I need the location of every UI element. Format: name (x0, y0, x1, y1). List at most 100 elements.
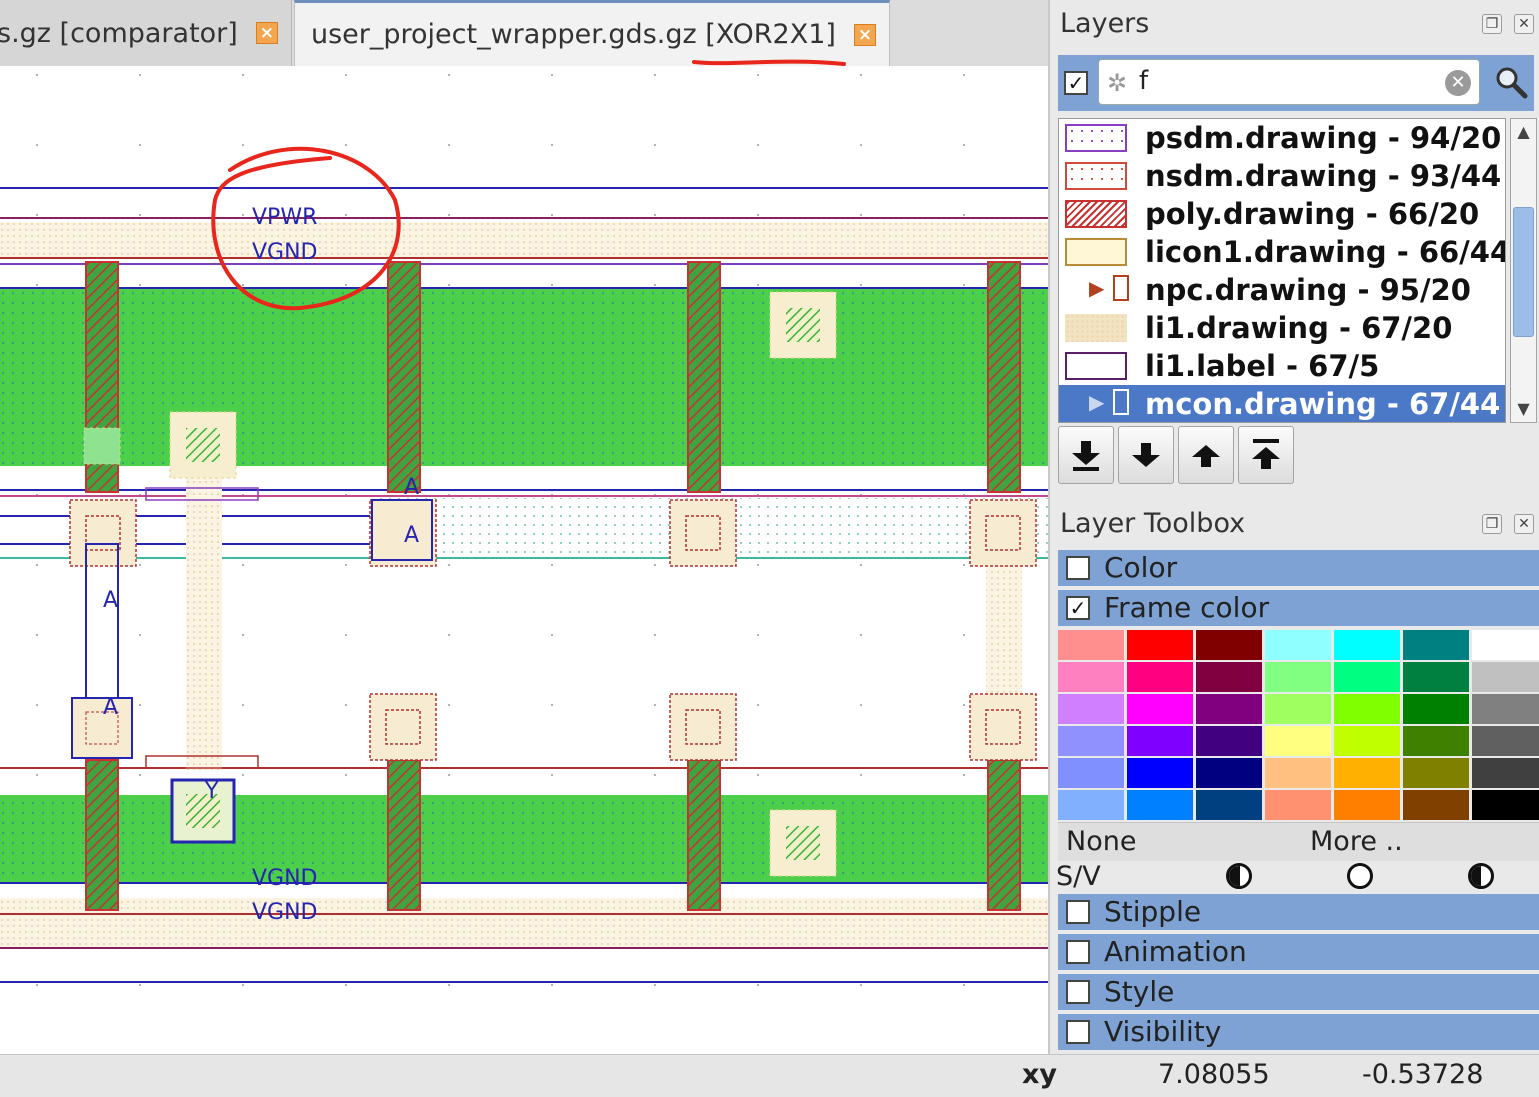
scroll-down-icon[interactable]: ▼ (1511, 396, 1536, 422)
palette-swatch[interactable] (1334, 630, 1400, 660)
palette-swatch[interactable] (1472, 790, 1539, 820)
palette-swatch[interactable] (1265, 694, 1331, 724)
palette-swatch[interactable] (1196, 662, 1262, 692)
neutral-icon[interactable] (1347, 863, 1373, 889)
palette-swatch[interactable] (1403, 662, 1469, 692)
palette-swatch[interactable] (1403, 694, 1469, 724)
palette-swatch[interactable] (1472, 726, 1539, 756)
close-icon[interactable]: ✕ (1514, 14, 1534, 34)
palette-swatch[interactable] (1334, 726, 1400, 756)
move-up-button[interactable] (1178, 426, 1234, 484)
arrow-to-top-icon (1252, 439, 1280, 469)
layer-row[interactable]: ▶ mcon.drawing - 67/44 (1059, 385, 1505, 422)
move-to-bottom-button[interactable] (1058, 426, 1114, 484)
animation-section[interactable]: Animation (1058, 934, 1539, 970)
none-button[interactable]: None (1066, 823, 1136, 861)
palette-swatch[interactable] (1265, 790, 1331, 820)
palette-swatch[interactable] (1472, 758, 1539, 788)
filter-checkbox[interactable]: ✓ (1064, 71, 1088, 95)
close-icon[interactable]: × (255, 22, 278, 44)
move-to-top-button[interactable] (1238, 426, 1294, 484)
visibility-checkbox[interactable] (1066, 1020, 1090, 1044)
layer-name: nsdm.drawing - 93/44 (1145, 159, 1502, 193)
float-icon[interactable]: ❐ (1482, 514, 1502, 534)
palette-swatch[interactable] (1196, 758, 1262, 788)
visibility-section[interactable]: Visibility (1058, 1014, 1539, 1050)
brighter-icon[interactable] (1468, 863, 1494, 889)
layer-row[interactable]: li1.label - 67/5 (1059, 347, 1505, 385)
style-checkbox[interactable] (1066, 980, 1090, 1004)
palette-swatch[interactable] (1058, 790, 1124, 820)
color-section[interactable]: Color (1058, 550, 1539, 586)
palette-swatch[interactable] (1265, 726, 1331, 756)
layer-name: li1.drawing - 67/20 (1145, 311, 1453, 345)
palette-swatch[interactable] (1058, 662, 1124, 692)
style-section[interactable]: Style (1058, 974, 1539, 1010)
layer-row[interactable]: li1.drawing - 67/20 (1059, 309, 1505, 347)
filter-input[interactable]: ✲ f ✕ (1098, 59, 1480, 105)
visibility-label: Visibility (1104, 1015, 1222, 1048)
palette-swatch[interactable] (1196, 726, 1262, 756)
layer-list-scrollbar[interactable]: ▲ ▼ (1510, 118, 1537, 423)
move-down-button[interactable] (1118, 426, 1174, 484)
layout-canvas[interactable]: VPWR VGND VGND VGND A A A A Y (0, 66, 1048, 1054)
gear-icon[interactable]: ✲ (1107, 69, 1127, 97)
frame-color-section[interactable]: ✓ Frame color (1058, 590, 1539, 626)
palette-swatch[interactable] (1127, 790, 1193, 820)
palette-swatch[interactable] (1058, 758, 1124, 788)
palette-swatch[interactable] (1058, 694, 1124, 724)
float-icon[interactable]: ❐ (1482, 14, 1502, 34)
palette-swatch[interactable] (1196, 694, 1262, 724)
more-colors-button[interactable]: More .. (1310, 823, 1403, 861)
palette-swatch[interactable] (1058, 726, 1124, 756)
search-icon[interactable] (1494, 65, 1528, 99)
palette-swatch[interactable] (1403, 726, 1469, 756)
expand-icon[interactable]: ▶ (1089, 276, 1104, 300)
color-checkbox[interactable] (1066, 556, 1090, 580)
palette-swatch[interactable] (1334, 662, 1400, 692)
layer-row[interactable]: ▶ npc.drawing - 95/20 (1059, 271, 1505, 309)
palette-swatch[interactable] (1403, 790, 1469, 820)
stipple-checkbox[interactable] (1066, 900, 1090, 924)
darker-icon[interactable] (1226, 863, 1252, 889)
palette-swatch[interactable] (1265, 630, 1331, 660)
layer-row[interactable]: nsdm.drawing - 93/44 (1059, 157, 1505, 195)
palette-swatch[interactable] (1127, 694, 1193, 724)
palette-swatch[interactable] (1472, 630, 1539, 660)
layer-list[interactable]: psdm.drawing - 94/20 nsdm.drawing - 93/44… (1058, 118, 1506, 423)
palette-swatch[interactable] (1196, 630, 1262, 660)
palette-swatch[interactable] (1403, 630, 1469, 660)
palette-swatch[interactable] (1127, 726, 1193, 756)
palette-swatch[interactable] (1403, 758, 1469, 788)
layer-row[interactable]: licon1.drawing - 66/44 (1059, 233, 1505, 271)
layer-row[interactable]: poly.drawing - 66/20 (1059, 195, 1505, 233)
net-label: VGND (252, 240, 318, 265)
scroll-thumb[interactable] (1513, 207, 1534, 337)
palette-swatch[interactable] (1334, 694, 1400, 724)
clear-icon[interactable]: ✕ (1445, 70, 1471, 96)
palette-swatch[interactable] (1334, 758, 1400, 788)
net-label: VGND (252, 866, 318, 891)
palette-swatch[interactable] (1472, 694, 1539, 724)
palette-swatch[interactable] (1127, 662, 1193, 692)
close-icon[interactable]: ✕ (1514, 514, 1534, 534)
scroll-up-icon[interactable]: ▲ (1511, 119, 1536, 145)
expand-icon[interactable]: ▶ (1089, 390, 1104, 414)
tab-comparator[interactable]: s.gz [comparator] × (0, 0, 292, 66)
frame-color-checkbox[interactable]: ✓ (1066, 596, 1090, 620)
animation-checkbox[interactable] (1066, 940, 1090, 964)
palette-swatch[interactable] (1196, 790, 1262, 820)
layer-row[interactable]: psdm.drawing - 94/20 (1059, 119, 1505, 157)
palette-swatch[interactable] (1127, 630, 1193, 660)
close-icon[interactable]: × (853, 23, 876, 46)
stipple-section[interactable]: Stipple (1058, 894, 1539, 930)
palette-footer: None More .. (1058, 822, 1539, 861)
palette-swatch[interactable] (1127, 758, 1193, 788)
palette-swatch[interactable] (1058, 630, 1124, 660)
xy-label: xy (1022, 1059, 1058, 1090)
palette-swatch[interactable] (1265, 662, 1331, 692)
palette-swatch[interactable] (1265, 758, 1331, 788)
palette-swatch[interactable] (1334, 790, 1400, 820)
arrow-down-icon (1132, 443, 1160, 467)
palette-swatch[interactable] (1472, 662, 1539, 692)
